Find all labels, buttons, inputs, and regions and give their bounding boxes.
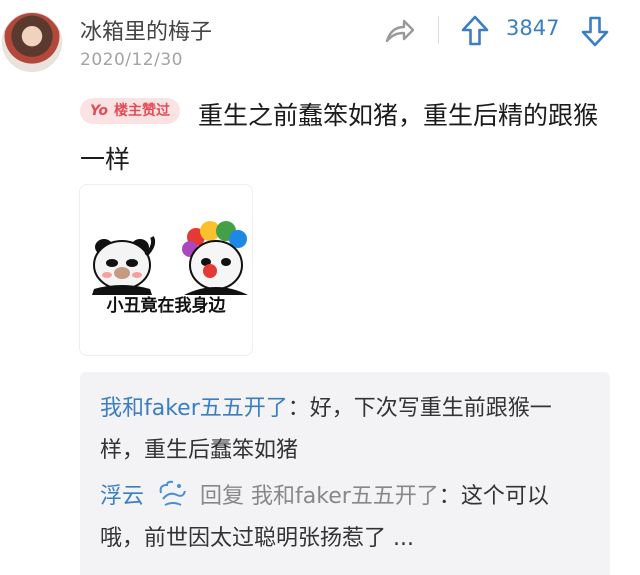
reply-username[interactable]: 浮云 [100,484,144,509]
reply-to-username[interactable]: 我和faker五五开了 [251,484,439,509]
reply-item[interactable]: 浮云 回复 我和faker五五开了：这个可以哦，前世因太过聪明张扬惹了 ... [100,476,590,560]
downvote-button[interactable] [580,14,610,48]
upvote-button[interactable] [460,14,490,48]
reply-separator: ： [438,484,461,509]
arrow-down-icon [581,16,609,47]
reply-separator: ： [287,396,310,421]
share-button[interactable] [382,14,416,48]
reply-username[interactable]: 我和faker五五开了 [100,396,288,421]
op-liked-badge: Yo 楼主赞过 [80,98,180,124]
badge-prefix: Yo [90,103,108,119]
toolbar-divider [438,16,439,44]
badge-label: 楼主赞过 [113,103,170,119]
share-arrow-icon [385,19,415,43]
cloud-swirl-icon [159,480,186,506]
panda-meme-illustration [92,221,248,295]
arrow-up-icon [461,15,489,46]
reply-word: 回复 [200,484,245,509]
sticker-caption: 小丑竟在我身边 [106,296,226,316]
vote-score: 3847 [506,16,560,40]
sticker-image[interactable]: 小丑竟在我身边 [79,184,253,356]
comment-date: 2020/12/30 [80,50,183,70]
username[interactable]: 冰箱里的梅子 [80,14,212,46]
reply-item[interactable]: 我和faker五五开了：好，下次写重生前跟猴一样，重生后蠢笨如猪 [100,388,590,472]
avatar[interactable] [2,12,62,72]
reply-preview-box[interactable]: 我和faker五五开了：好，下次写重生前跟猴一样，重生后蠢笨如猪 浮云 回复 我… [80,372,610,575]
